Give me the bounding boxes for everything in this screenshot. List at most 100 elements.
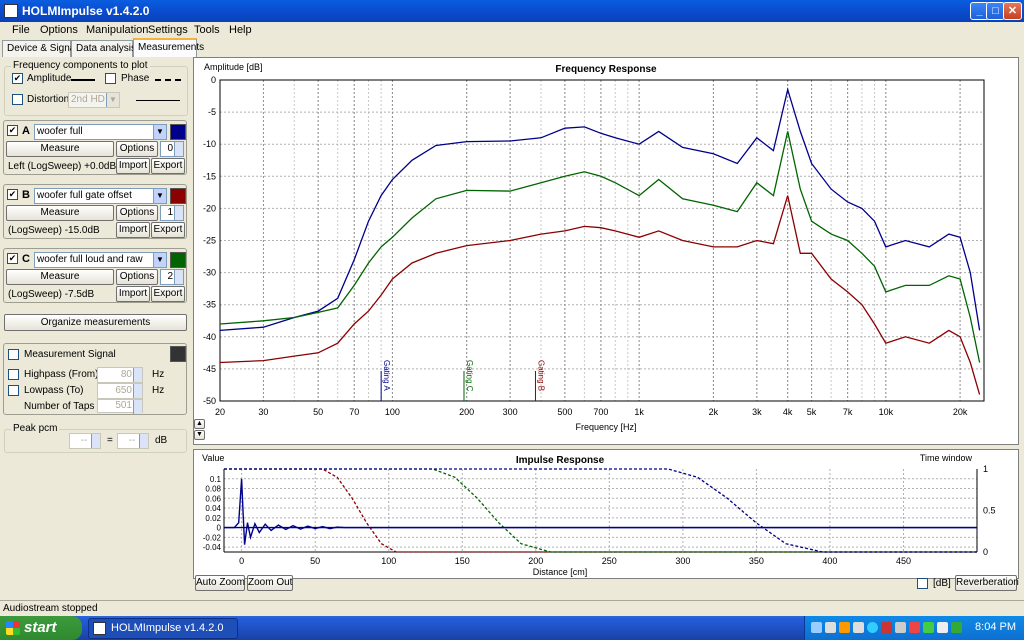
amplitude-checkbox[interactable]: ✔ [12,73,23,84]
measurement-signal-checkbox[interactable] [8,349,19,360]
measurement-b-checkbox[interactable]: ✔ [7,189,18,200]
tray-app-icon[interactable] [853,622,864,633]
measurement-a-import-button[interactable]: Import [116,158,150,174]
tray-mail-icon[interactable] [825,622,836,633]
measurement-b-measure-button[interactable]: Measure [6,205,114,221]
impulse-response-chart[interactable]: Impulse Response Value Time window Distance… [194,450,1018,578]
measurement-a-measure-button[interactable]: Measure [6,141,114,157]
measurement-signal-color-swatch[interactable] [170,346,186,362]
measurement-c-color-swatch[interactable] [170,252,186,268]
close-button[interactable]: ✕ [1003,2,1022,20]
menu-settings[interactable]: Settings [148,24,188,36]
impulse-x-tick-label: 350 [749,556,764,566]
measurement-b-index-spinner[interactable]: 1 [160,205,184,221]
measurement-a-options-button[interactable]: Options [116,141,158,157]
distortion-select[interactable]: 2nd HD ▼ [68,92,120,108]
menu-help[interactable]: Help [229,24,252,36]
measurement-b-import-button[interactable]: Import [116,222,150,238]
db-label: [dB] [933,578,951,589]
taskbar-app-button[interactable]: HOLMImpulse v1.4.2.0 [88,618,238,639]
measurement-a-color-swatch[interactable] [170,124,186,140]
menu-tools[interactable]: Tools [194,24,220,36]
tray-security-icon[interactable] [867,622,878,633]
tray-monitor-icon[interactable] [895,622,906,633]
impulse-x-tick-label: 150 [455,556,470,566]
tray-battery-icon[interactable] [923,622,934,633]
time-window-a-line [224,468,977,553]
start-button[interactable]: start [0,616,82,640]
phase-line-sample [155,79,181,81]
freq-x-tick-label: 10k [879,407,894,417]
db-checkbox[interactable] [917,578,928,589]
measurement-c-export-button[interactable]: Export [151,286,185,302]
tray-antivirus-icon[interactable] [881,622,892,633]
menu-file[interactable]: File [12,24,30,36]
tab-device-signal[interactable]: Device & Signal [2,40,78,57]
impulse-x-tick-label: 50 [310,556,320,566]
lowpass-spinner[interactable]: 650 [97,383,143,399]
measurement-c-options-button[interactable]: Options [116,269,158,285]
lowpass-label: Lowpass (To) [24,385,84,396]
peak-right-field: -- [117,433,149,449]
freq-x-tick-label: 20k [953,407,968,417]
measurement-a-export-button[interactable]: Export [151,158,185,174]
impulse-response-panel[interactable]: Impulse Response Value Time window Distance… [193,449,1019,579]
tray-alert-icon[interactable] [909,622,920,633]
freq-x-tick-label: 200 [459,407,474,417]
taps-spinner[interactable]: 501 [97,399,143,414]
tray-network-icon[interactable] [839,622,850,633]
measurement-c-measure-button[interactable]: Measure [6,269,114,285]
measurement-a-name-select[interactable]: woofer full ▼ [34,124,167,140]
tray-speaker-icon[interactable] [937,622,948,633]
menu-manipulation[interactable]: Manipulation [86,24,148,36]
freq-x-tick-label: 70 [349,407,359,417]
peak-label: Peak pcm [11,423,60,434]
frequency-response-chart[interactable]: Frequency Response Amplitude [dB] Frequenc… [194,58,1018,444]
highpass-spinner[interactable]: 80 [97,367,143,383]
freq-x-tick-label: 50 [313,407,323,417]
measurement-a-checkbox[interactable]: ✔ [7,125,18,136]
reverberation-button[interactable]: Reverberation [955,575,1019,591]
measurement-b-options-button[interactable]: Options [116,205,158,221]
measurement-c-index-spinner[interactable]: 2 [160,269,184,285]
measurement-b-name-select[interactable]: woofer full gate offset ▼ [34,188,167,204]
lowpass-checkbox[interactable] [8,385,19,396]
window-title: HOLMImpulse v1.4.2.0 [22,4,150,18]
tab-data-analysis[interactable]: Data analysis [71,40,136,57]
organize-measurements-button[interactable]: Organize measurements [4,314,187,331]
measurement-c-name-select[interactable]: woofer full loud and raw ▼ [34,252,167,268]
freq-x-tick-label: 4k [783,407,793,417]
tab-measurements[interactable]: Measurements [133,38,204,57]
peak-unit: dB [155,435,168,446]
distortion-checkbox[interactable] [12,94,23,105]
measurement-c-info: (LogSweep) -7.5dB [8,289,95,300]
freq-y-tick-label: -30 [203,268,216,278]
impulse-y-tick-label: -0.04 [203,543,222,552]
title-bar[interactable]: HOLMImpulse v1.4.2.0 _ □ ✕ [0,0,1024,22]
impulse-y2-tick-label: 1 [983,464,988,474]
menu-options[interactable]: Options [40,24,78,36]
scroll-down-button[interactable]: ▼ [194,430,205,440]
frequency-response-panel[interactable]: Frequency Response Amplitude [dB] Frequenc… [193,57,1019,445]
impulse-y-tick-label: 0.1 [210,475,222,484]
impulse-x-tick-label: 0 [239,556,244,566]
impulse-y2-tick-label: 0.5 [983,506,996,516]
zoom-out-button[interactable]: Zoom Out [247,575,293,591]
phase-checkbox[interactable] [105,73,116,84]
measurement-a-index-spinner[interactable]: 0 [160,141,184,157]
measurement-b-color-swatch[interactable] [170,188,186,204]
measurement-b-export-button[interactable]: Export [151,222,185,238]
measurement-signal-label: Measurement Signal [24,349,116,360]
freq-x-axis-label: Frequency [Hz] [575,422,636,432]
impulse-y-tick-label: 0.04 [205,504,221,513]
measurement-c-checkbox[interactable]: ✔ [7,253,18,264]
measurement-c-import-button[interactable]: Import [116,286,150,302]
auto-zoom-button[interactable]: Auto Zoom [195,575,245,591]
status-text: Audiostream stopped [3,603,98,614]
amplitude-line-sample [71,79,95,81]
freq-x-tick-label: 7k [843,407,853,417]
highpass-checkbox[interactable] [8,369,19,380]
scroll-up-button[interactable]: ▲ [194,419,205,429]
tray-update-icon[interactable] [951,622,962,633]
tray-pen-icon[interactable] [811,622,822,633]
